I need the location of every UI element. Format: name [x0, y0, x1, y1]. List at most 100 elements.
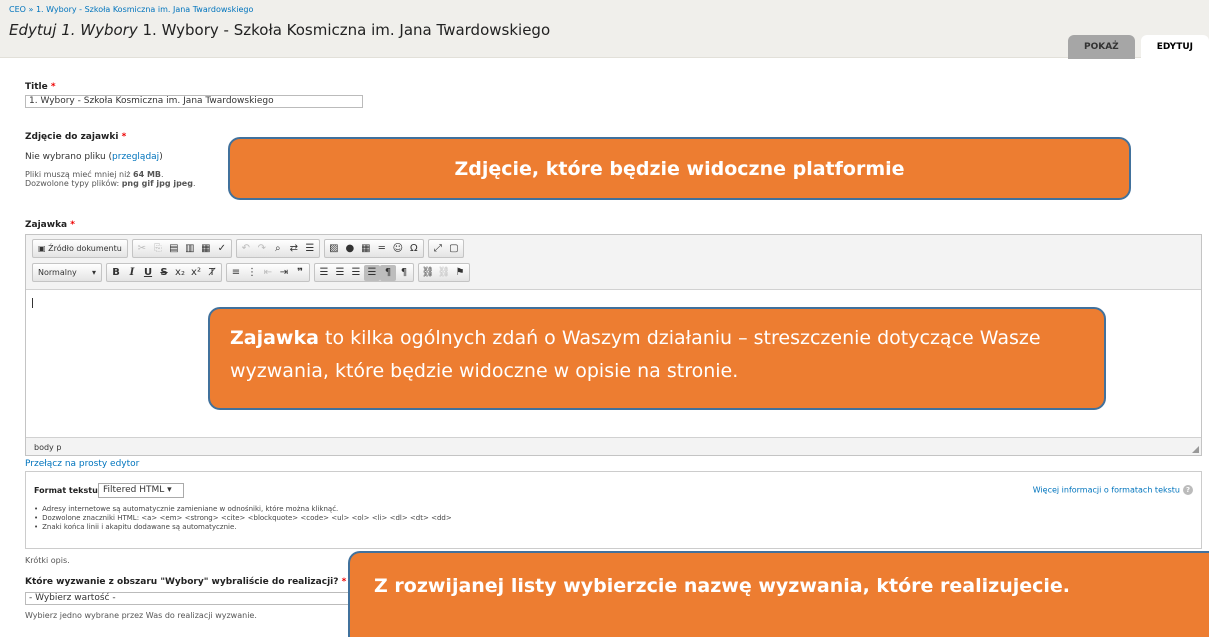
browse-link[interactable]: przeglądaj — [112, 152, 159, 162]
numbered-list-icon[interactable]: ≡ — [228, 265, 244, 281]
required-marker: * — [121, 132, 127, 142]
format-combo[interactable]: Normalny ▾ — [34, 264, 100, 281]
toolbar-group-lists: ≡ ⋮ ⇤ ⇥ ❞ — [226, 263, 310, 282]
tab-edit[interactable]: EDYTUJ — [1140, 35, 1209, 59]
breadcrumb-link-node[interactable]: 1. Wybory - Szkoła Kosmiczna im. Jana Tw… — [36, 5, 253, 14]
replace-icon[interactable]: ⇄ — [286, 241, 302, 257]
rtl-icon[interactable]: ¶ — [396, 265, 412, 281]
bold-icon[interactable]: B — [108, 265, 124, 281]
size-note-text: Pliki muszą mieć mniej niż — [25, 170, 131, 179]
more-info-link[interactable]: Więcej informacji o formatach tekstu? — [1033, 485, 1193, 495]
source-label: Źródło dokumentu — [48, 244, 122, 253]
align-center-icon[interactable]: ☰ — [332, 265, 348, 281]
smiley-icon[interactable]: ☺ — [390, 241, 406, 257]
text-format-select[interactable]: Filtered HTML ▾ — [98, 483, 184, 498]
teaser-label: Zajawka * — [25, 220, 75, 230]
maximize-icon[interactable]: ⤢ — [430, 241, 446, 257]
file-types-note: Dozwolone typy plików: png gif jpg jpeg. — [25, 179, 196, 188]
image-label: Zdjęcie do zajawki * — [25, 132, 126, 142]
text-format-value: Filtered HTML — [103, 485, 165, 495]
required-marker: * — [70, 220, 75, 230]
copy-icon[interactable]: ⎘ — [150, 241, 166, 257]
short-description: Krótki opis. — [25, 556, 70, 565]
challenge-select[interactable]: - Wybierz wartość - — [25, 592, 365, 605]
callout-select: Z rozwijanej listy wybierzcie nazwę wyzw… — [348, 551, 1209, 637]
remove-format-icon[interactable]: Ⱦ — [204, 265, 220, 281]
page-title-rest: 1. Wybory - Szkoła Kosmiczna im. Jana Tw… — [137, 21, 551, 39]
strike-icon[interactable]: S — [156, 265, 172, 281]
spellcheck-icon[interactable]: ✓ — [214, 241, 230, 257]
no-file-text: Nie wybrano pliku — [25, 152, 106, 162]
format-tip: Adresy internetowe są automatycznie zami… — [34, 505, 452, 514]
show-blocks-icon[interactable]: ▢ — [446, 241, 462, 257]
required-marker: * — [341, 577, 347, 587]
flash-icon[interactable]: ● — [342, 241, 358, 257]
callout-image-text: Zdjęcie, które będzie widoczne platformi… — [454, 157, 905, 180]
page-title: Edytuj 1. Wybory 1. Wybory - Szkoła Kosm… — [9, 21, 550, 39]
source-button[interactable]: ▣ Źródło dokumentu — [34, 240, 126, 257]
primary-tabs: POKAŻ EDYTUJ — [1068, 35, 1209, 59]
image-icon[interactable]: ▨ — [326, 241, 342, 257]
align-justify-icon[interactable]: ☰ — [364, 264, 380, 281]
callout-image: Zdjęcie, które będzie widoczne platformi… — [228, 137, 1131, 200]
callout-teaser-text: to kilka ogólnych zdań o Waszym działani… — [230, 327, 1041, 382]
toolbar-group-basic: B I U S x₂ x² Ⱦ — [106, 263, 222, 282]
indent-icon[interactable]: ⇥ — [276, 265, 292, 281]
size-value: 64 MB — [133, 170, 162, 179]
paste-text-icon[interactable]: ▥ — [182, 241, 198, 257]
switch-editor-link[interactable]: Przełącz na prosty edytor — [25, 460, 139, 469]
breadcrumb: CEO » 1. Wybory - Szkoła Kosmiczna im. J… — [9, 5, 253, 14]
text-format-box: Format tekstu Filtered HTML ▾ Więcej inf… — [25, 471, 1202, 549]
cut-icon[interactable]: ✂ — [134, 241, 150, 257]
title-input[interactable]: 1. Wybory - Szkoła Kosmiczna im. Jana Tw… — [25, 95, 363, 108]
blockquote-icon[interactable]: ❞ — [292, 265, 308, 281]
undo-icon[interactable]: ↶ — [238, 241, 254, 257]
horizontal-rule-icon[interactable]: ═ — [374, 241, 390, 257]
find-icon[interactable]: ⌕ — [270, 241, 286, 257]
source-icon: ▣ — [38, 244, 46, 253]
toolbar-group-links: ⛓ ⛓ ⚑ — [418, 263, 470, 282]
paste-word-icon[interactable]: ▦ — [198, 241, 214, 257]
anchor-icon[interactable]: ⚑ — [452, 265, 468, 281]
link-icon[interactable]: ⛓ — [420, 265, 436, 281]
outdent-icon[interactable]: ⇤ — [260, 265, 276, 281]
challenge-label: Które wyzwanie z obszaru "Wybory" wybral… — [25, 577, 346, 587]
types-note-text: Dozwolone typy plików: — [25, 179, 120, 188]
text-caret — [32, 298, 33, 308]
align-left-icon[interactable]: ☰ — [316, 265, 332, 281]
more-info-text: Więcej informacji o formatach tekstu — [1032, 485, 1180, 495]
table-icon[interactable]: ▦ — [358, 241, 374, 257]
ltr-icon[interactable]: ¶ — [380, 264, 396, 281]
paste-icon[interactable]: ▤ — [166, 241, 182, 257]
bulleted-list-icon[interactable]: ⋮ — [244, 265, 260, 281]
underline-icon[interactable]: U — [140, 265, 156, 281]
italic-icon[interactable]: I — [124, 265, 140, 281]
types-value: png gif jpg jpeg — [121, 179, 193, 188]
challenge-description: Wybierz jedno wybrane przez Was do reali… — [25, 611, 257, 620]
title-label-text: Title — [25, 82, 48, 92]
toolbar-group-clipboard: ✂ ⎘ ▤ ▥ ▦ ✓ — [131, 239, 232, 258]
chevron-down-icon: ▾ — [91, 268, 96, 277]
required-marker: * — [50, 82, 56, 92]
unlink-icon[interactable]: ⛓ — [436, 265, 452, 281]
superscript-icon[interactable]: x² — [188, 265, 204, 281]
select-all-icon[interactable]: ☰ — [302, 241, 318, 257]
file-status: Nie wybrano pliku (przeglądaj) — [25, 152, 163, 162]
element-path[interactable]: body p — [34, 443, 61, 452]
header: CEO » 1. Wybory - Szkoła Kosmiczna im. J… — [0, 0, 1209, 59]
toolbar-group-format: Normalny ▾ — [32, 263, 102, 282]
align-right-icon[interactable]: ☰ — [348, 265, 364, 281]
tab-show[interactable]: POKAŻ — [1068, 35, 1135, 59]
special-char-icon[interactable]: Ω — [406, 241, 422, 257]
breadcrumb-separator: » — [28, 5, 34, 14]
subscript-icon[interactable]: x₂ — [172, 265, 188, 281]
resize-handle[interactable] — [1192, 446, 1199, 453]
redo-icon[interactable]: ↷ — [254, 241, 270, 257]
toolbar-row-1: ▣ Źródło dokumentu ✂ ⎘ ▤ ▥ ▦ ✓ ↶ ↷ ⌕ ⇄ ☰… — [32, 239, 468, 258]
format-tip: Znaki końca linii i akapitu dodawane są … — [34, 523, 452, 532]
page-title-prefix: Edytuj 1. Wybory — [9, 21, 138, 39]
format-combo-value: Normalny — [38, 268, 77, 277]
chevron-down-icon: ▾ — [167, 485, 172, 495]
breadcrumb-link-ceo[interactable]: CEO — [9, 5, 26, 14]
callout-teaser: Zajawka to kilka ogólnych zdań o Waszym … — [208, 307, 1106, 410]
